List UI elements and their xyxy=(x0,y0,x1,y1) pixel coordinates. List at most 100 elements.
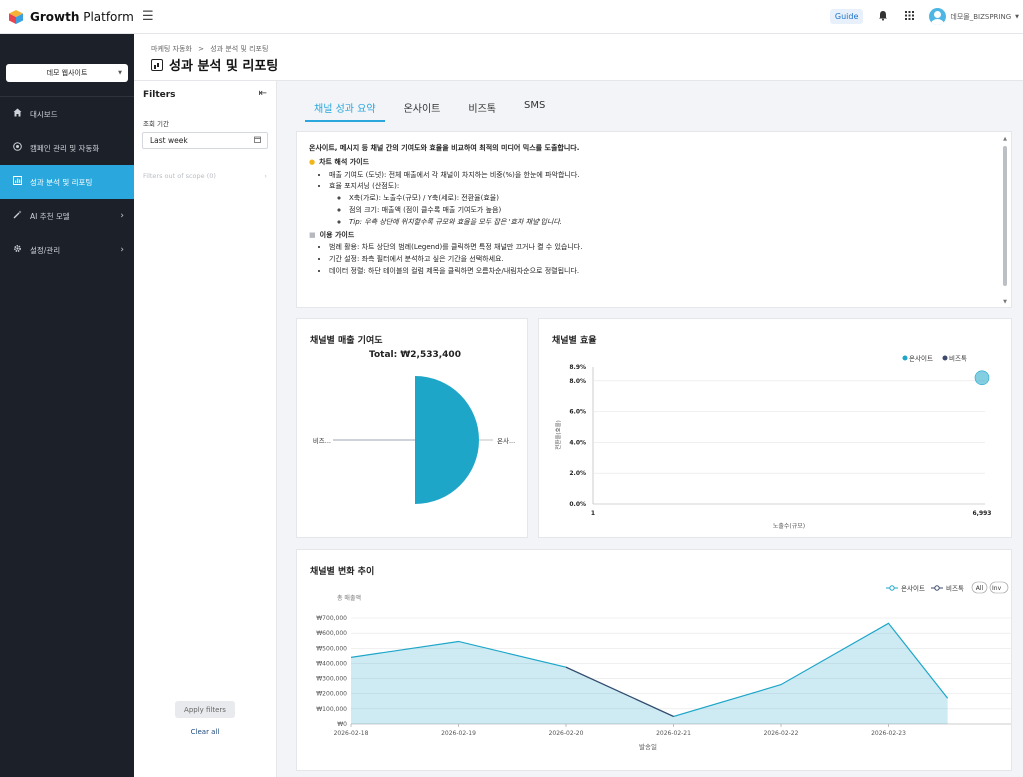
scroll-up-icon[interactable]: ▲ xyxy=(1002,136,1008,142)
chevron-right-icon: › xyxy=(120,211,124,221)
sidebar-item-label: 캠페인 관리 및 자동화 xyxy=(30,143,100,153)
guide-list: 범례 활용: 차트 상단의 범례(Legend)를 클릭하면 특정 채널만 끄거… xyxy=(309,243,987,276)
bell-icon[interactable] xyxy=(877,10,889,24)
chevron-right-icon: › xyxy=(264,172,267,180)
sidebar-item-settings[interactable]: 설정/관리 › xyxy=(0,233,134,267)
clear-all-button[interactable]: Clear all xyxy=(175,728,235,736)
sidebar-item-analytics[interactable]: 성과 분석 및 리포팅 xyxy=(0,165,134,199)
legend-label-onsite[interactable]: 온사이트 xyxy=(901,584,925,593)
list-item: 데이터 정렬: 하단 테이블의 컬럼 제목을 클릭하면 오름차순/내림차순으로 … xyxy=(329,267,987,277)
legend-marker-onsite[interactable] xyxy=(902,355,908,361)
legend-marker-biztalk-dot[interactable] xyxy=(934,585,940,591)
breadcrumb-item[interactable]: 마케팅 자동화 xyxy=(151,45,192,53)
document-icon: ■ xyxy=(309,230,316,239)
list-item: Tip: 우측 상단에 위치할수록 규모와 효율을 모두 잡은 '효자 채널'입… xyxy=(349,218,987,228)
collapse-panel-icon[interactable]: ⇤ xyxy=(259,88,267,99)
home-icon xyxy=(12,108,22,120)
period-select[interactable]: Last week xyxy=(142,132,268,149)
page-title: 성과 분석 및 리포팅 xyxy=(151,55,278,74)
guide-description-card: 온사이트, 메시지 등 채널 간의 기여도와 효율을 비교하여 최적의 미디어 … xyxy=(296,131,1012,308)
channel-efficiency-card: 채널별 효율 온사이트 비즈톡 0.0% 2.0% 4.0% 6.0% 8.0% 8.9%… xyxy=(538,318,1012,538)
legend-marker-onsite-dot[interactable] xyxy=(889,585,895,591)
pie-label-biztalk: 비즈... xyxy=(313,436,331,445)
channel-trend-card: 채널별 변화 추이 온사이트 비즈톡 All Inv 총 매출액 ₩0 ₩100,… xyxy=(296,549,1012,771)
description-lead: 온사이트, 메시지 등 채널 간의 기여도와 효율을 비교하여 최적의 미디어 … xyxy=(309,144,580,152)
sidebar-item-campaign[interactable]: 캠페인 관리 및 자동화 xyxy=(0,131,134,165)
y-tick-label: 8.9% xyxy=(569,364,586,371)
chevron-down-icon: ▼ xyxy=(1015,13,1019,20)
scatter-legend: 온사이트 비즈톡 xyxy=(902,354,967,363)
avatar xyxy=(929,8,947,25)
sidebar-nav: 대시보드 캠페인 관리 및 자동화 성과 분석 및 리포팅 AI 추천 모델 › xyxy=(0,97,134,267)
tab-biztalk[interactable]: 비즈톡 xyxy=(459,92,505,122)
legend-label-onsite[interactable]: 온사이트 xyxy=(909,354,933,363)
legend-invert-label: Inv xyxy=(992,585,1002,592)
area-legend: 온사이트 비즈톡 All Inv xyxy=(886,581,1009,594)
y-tick-label: 8.0% xyxy=(569,378,586,385)
report-chart-icon xyxy=(151,58,163,71)
user-menu[interactable]: 데모몰_BIZSPRING ▼ xyxy=(929,8,1019,25)
pie-slice-onsite[interactable] xyxy=(415,376,479,504)
breadcrumb-item[interactable]: 성과 분석 및 리포팅 xyxy=(210,45,268,53)
area-chart: 온사이트 비즈톡 All Inv 총 매출액 ₩0 ₩100,000 ₩200,00… xyxy=(316,581,1011,751)
list-item: 범례 활용: 차트 상단의 범례(Legend)를 클릭하면 특정 채널만 끄거… xyxy=(329,243,987,253)
list-item: 점의 크기: 매출액 (점이 클수록 매출 기여도가 높음) xyxy=(349,206,987,216)
pie-chart: Total: ₩2,533,400 온사... 비즈... xyxy=(313,350,515,504)
list-item: 기간 설정: 좌측 필터에서 분석하고 싶은 기간을 선택하세요. xyxy=(329,255,987,265)
area-fill-onsite xyxy=(351,623,948,724)
page-header: 마케팅 자동화 > 성과 분석 및 리포팅 성과 분석 및 리포팅 xyxy=(134,34,1023,81)
chart-icon xyxy=(12,176,22,188)
y-tick-label: ₩600,000 xyxy=(316,630,347,637)
gear-icon xyxy=(12,244,22,256)
y-tick-label: 0.0% xyxy=(569,501,586,508)
y-tick-label: 4.0% xyxy=(569,439,586,446)
y-tick-label: ₩400,000 xyxy=(316,660,347,667)
tab-onsite[interactable]: 온사이트 xyxy=(395,92,450,122)
channel-tabs: 채널 성과 요약 온사이트 비즈톡 SMS xyxy=(305,92,564,122)
filters-panel: Filters ⇤ 조회 기간 Last week Filters out of… xyxy=(134,81,277,777)
brand[interactable]: Growth Platform xyxy=(0,0,134,34)
tab-sms[interactable]: SMS xyxy=(515,92,554,122)
menu-toggle-icon[interactable]: ☰ xyxy=(142,9,154,24)
y-tick-label: ₩0 xyxy=(337,721,347,728)
lightbulb-icon: ● xyxy=(309,157,316,166)
legend-label-biztalk[interactable]: 비즈톡 xyxy=(949,354,967,363)
list-item: 매출 기여도 (도넛): 전체 매출에서 각 채널이 차지하는 비중(%)을 한… xyxy=(329,171,987,181)
scroll-down-icon[interactable]: ▼ xyxy=(1002,299,1008,305)
list-item: X축(가로): 노출수(규모) / Y축(세로): 전환율(효율) xyxy=(349,194,987,204)
chevron-right-icon: › xyxy=(120,245,124,255)
tab-summary[interactable]: 채널 성과 요약 xyxy=(305,92,385,122)
sidebar-item-label: 성과 분석 및 리포팅 xyxy=(30,177,93,187)
x-tick-label: 2026-02-23 xyxy=(871,730,906,737)
sidebar-item-label: 설정/관리 xyxy=(30,245,61,255)
period-label: 조회 기간 xyxy=(143,120,169,128)
pie-total: Total: ₩2,533,400 xyxy=(369,350,461,360)
scrollbar-thumb[interactable] xyxy=(1003,146,1007,286)
chevron-down-icon: ▼ xyxy=(118,70,122,76)
x-axis-label: 노출수(규모) xyxy=(773,522,805,530)
sidebar-item-label: AI 추천 모델 xyxy=(30,211,70,221)
legend-marker-biztalk[interactable] xyxy=(942,355,948,361)
y-tick-label: 6.0% xyxy=(569,409,586,416)
sidebar-item-dashboard[interactable]: 대시보드 xyxy=(0,97,134,131)
y-tick-label: ₩500,000 xyxy=(316,645,347,652)
site-select[interactable]: 데모 웹사이트 ▼ xyxy=(6,64,128,82)
scrollbar[interactable]: ▲ ▼ xyxy=(1002,136,1008,305)
target-icon xyxy=(12,142,22,154)
apps-grid-icon[interactable] xyxy=(903,10,915,23)
legend-all-label: All xyxy=(976,585,984,592)
user-name: 데모몰_BIZSPRING xyxy=(950,12,1012,21)
x-tick-label: 2026-02-21 xyxy=(656,730,691,737)
x-axis-label: 발송일 xyxy=(639,742,657,751)
filters-out-of-scope[interactable]: Filters out of scope (0) › xyxy=(143,172,267,180)
sidebar-item-ai[interactable]: AI 추천 모델 › xyxy=(0,199,134,233)
magic-wand-icon xyxy=(12,210,22,222)
scatter-point-onsite[interactable] xyxy=(974,370,990,386)
guide-button[interactable]: Guide xyxy=(829,9,864,24)
y-tick-label: 2.0% xyxy=(569,470,586,477)
x-tick-label: 6,993 xyxy=(973,510,992,517)
section-heading: ● 차트 해석 가이드 xyxy=(309,157,370,166)
apply-filters-button[interactable]: Apply filters xyxy=(175,701,235,718)
breadcrumb-separator: > xyxy=(198,45,204,53)
legend-label-biztalk[interactable]: 비즈톡 xyxy=(946,584,964,593)
